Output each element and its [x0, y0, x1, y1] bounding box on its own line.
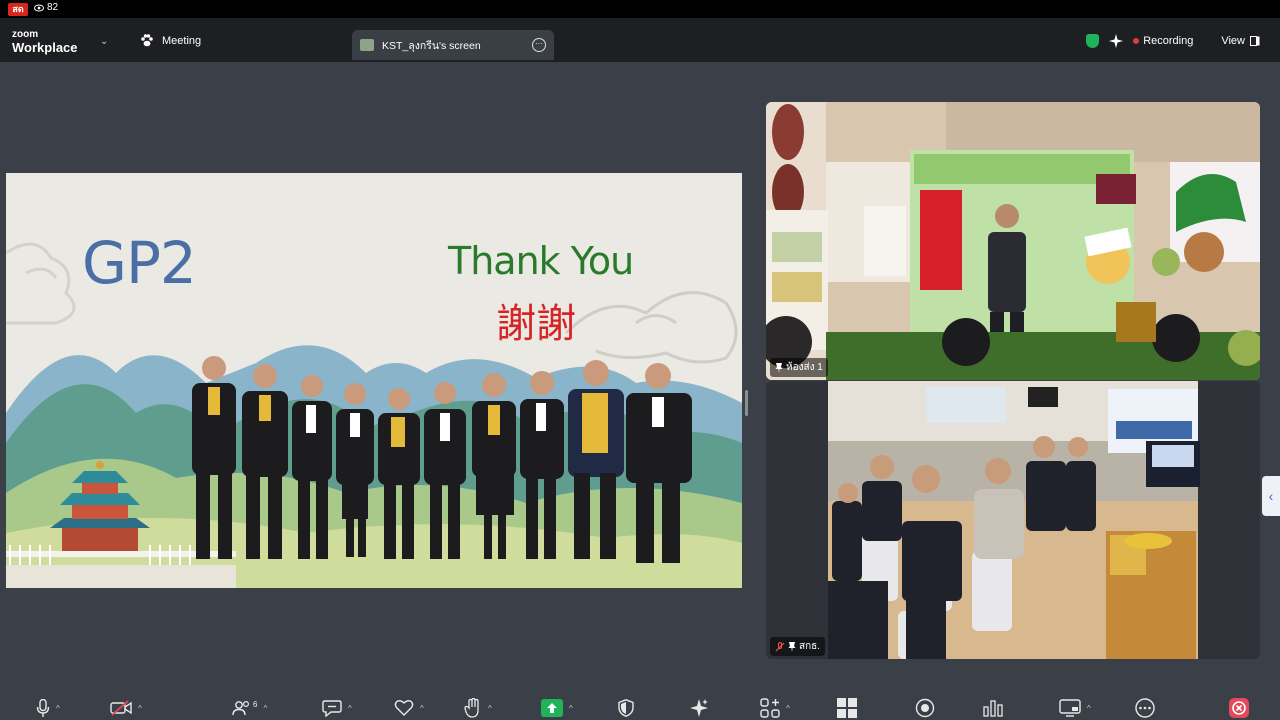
top-bar: สด 82 zoom Workplace ⌄ Meeting KST_ลุงกร…	[0, 0, 1280, 62]
collapse-gallery-button[interactable]: ‹	[1262, 476, 1280, 516]
eye-icon	[34, 4, 44, 11]
apps-icon	[760, 698, 780, 718]
booth-video-feed	[766, 102, 1260, 380]
layout-button[interactable]	[837, 698, 857, 718]
share-options-caret[interactable]: ^	[569, 704, 573, 713]
view-label: View	[1221, 35, 1245, 47]
ai-sparkle-icon	[690, 699, 708, 717]
video-options-caret[interactable]: ^	[138, 704, 142, 713]
ai-companion-button[interactable]	[689, 698, 709, 718]
participant-name: สกธ.	[799, 641, 821, 652]
participants-button[interactable]: 6 ^	[232, 698, 267, 718]
participant-name: ห้องส่ง 1	[786, 362, 823, 373]
slide-chinese-thanks: 謝謝	[496, 301, 576, 347]
apps-button[interactable]: ^	[760, 698, 790, 718]
video-button[interactable]: ^	[110, 698, 142, 718]
analytics-button[interactable]	[982, 698, 1004, 718]
whiteboard-button[interactable]: ^	[1059, 698, 1091, 718]
participant-name-tag: สกธ.	[770, 637, 826, 656]
reactions-button[interactable]: ^	[394, 698, 424, 718]
meeting-menu[interactable]: Meeting	[140, 34, 201, 47]
more-button[interactable]	[1135, 698, 1155, 718]
reactions-options-caret[interactable]: ^	[420, 704, 424, 713]
participants-options-caret[interactable]: ^	[263, 704, 267, 713]
close-icon	[1229, 698, 1249, 718]
leave-button[interactable]	[1229, 698, 1249, 718]
shared-presentation-slide: GP2 Thank You 謝謝	[6, 173, 742, 588]
brand-zoom: zoom	[12, 29, 39, 40]
chevron-down-icon[interactable]: ⌄	[100, 36, 108, 47]
heart-icon	[394, 700, 414, 716]
shared-screen-tab[interactable]: KST_ลุงกรีน's screen ···	[352, 30, 554, 60]
security-button[interactable]	[618, 698, 634, 718]
paw-icon	[141, 34, 153, 47]
pin-icon	[775, 362, 783, 373]
apps-options-caret[interactable]: ^	[786, 704, 790, 713]
microphone-icon	[36, 699, 50, 717]
app-brand[interactable]: zoom Workplace	[12, 30, 78, 56]
share-screen-button[interactable]: ^	[541, 698, 573, 718]
participants-icon	[232, 700, 250, 716]
chat-button[interactable]: ^	[322, 698, 352, 718]
brand-workplace: Workplace	[12, 40, 78, 55]
security-shield-icon	[618, 699, 634, 717]
viewer-count-value: 82	[47, 2, 59, 13]
whiteboard-options-caret[interactable]: ^	[1087, 704, 1091, 713]
record-icon	[915, 698, 935, 718]
top-right-controls: Recording View	[1086, 34, 1260, 48]
grid-layout-icon	[837, 698, 857, 718]
live-status-strip: สด 82	[0, 0, 1280, 18]
view-menu[interactable]: View	[1221, 35, 1260, 47]
split-resize-handle[interactable]	[745, 390, 748, 416]
chat-options-caret[interactable]: ^	[348, 704, 352, 713]
meeting-label: Meeting	[162, 34, 202, 47]
recording-dot-icon	[1133, 38, 1140, 44]
ai-sparkle-icon[interactable]	[1109, 34, 1124, 48]
audio-options-caret[interactable]: ^	[56, 704, 60, 713]
more-icon	[1135, 698, 1155, 718]
recording-indicator[interactable]: Recording	[1133, 35, 1193, 47]
audio-button[interactable]: ^	[36, 698, 60, 718]
share-screen-icon	[541, 699, 563, 717]
raise-hand-button[interactable]: ^	[464, 698, 492, 718]
bar-chart-icon	[983, 700, 1003, 717]
chat-icon	[322, 700, 342, 717]
recording-label: Recording	[1143, 35, 1194, 47]
screen-thumbnail-icon	[360, 39, 374, 51]
mic-muted-icon	[775, 641, 785, 651]
slide-heading: GP2	[82, 229, 197, 297]
audience-video-feed	[766, 381, 1260, 659]
meeting-toolbar: ^ ^ 6 ^ ^ ^ ^ ^ ^ ^	[0, 692, 1280, 720]
raise-hand-options-caret[interactable]: ^	[488, 704, 492, 713]
slide-thank-you: Thank You	[448, 239, 634, 283]
participants-count: 6	[253, 699, 258, 709]
screen-icon	[1059, 699, 1081, 717]
record-button[interactable]	[915, 698, 935, 718]
layout-icon	[1250, 36, 1260, 46]
participant-video-tile[interactable]: ห้องส่ง 1	[766, 102, 1260, 380]
live-badge: สด	[8, 3, 28, 16]
raise-hand-icon	[464, 698, 479, 718]
participant-video-tile[interactable]: สกธ.	[766, 381, 1260, 659]
pin-icon	[788, 641, 796, 652]
participant-name-tag: ห้องส่ง 1	[770, 358, 828, 377]
shared-screen-title: KST_ลุงกรีน's screen	[382, 39, 481, 52]
video-off-icon	[110, 700, 132, 716]
more-options-icon[interactable]: ···	[532, 38, 546, 52]
viewer-count: 82	[34, 2, 58, 13]
security-shield-icon[interactable]	[1086, 34, 1100, 48]
